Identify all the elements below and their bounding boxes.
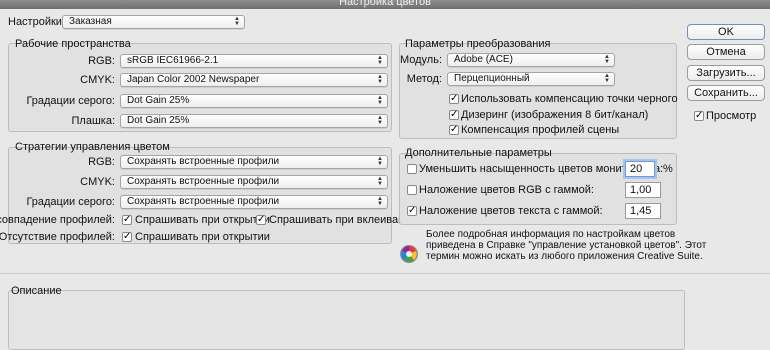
ws-rgb-label: RGB: — [88, 55, 115, 67]
ws-cmyk-select[interactable]: Japan Color 2002 Newspaper ▲ ▼ — [120, 73, 388, 87]
cp-rgb-value: Сохранять встроенные профили — [127, 156, 280, 167]
ws-spot-select[interactable]: Dot Gain 25% ▲ ▼ — [120, 114, 388, 128]
scene-compensation-label: Компенсация профилей сцены — [461, 124, 620, 136]
updown-arrows-icon: ▲ ▼ — [377, 74, 383, 85]
description-group — [8, 290, 685, 350]
updown-arrows-icon: ▲ ▼ — [377, 95, 383, 106]
advanced-title: Дополнительные параметры — [405, 147, 552, 159]
mismatch-paste-checkbox[interactable]: ✓ — [256, 215, 266, 225]
ok-button[interactable]: OK — [687, 24, 765, 40]
cp-cmyk-label: CMYK: — [80, 176, 115, 188]
updown-arrows-icon: ▲ ▼ — [604, 73, 610, 84]
method-value: Перцепционный — [454, 73, 530, 84]
updown-arrows-icon: ▲ ▼ — [604, 54, 610, 65]
blend-rgb-input[interactable]: 1,00 — [625, 182, 661, 198]
cp-gray-label: Градации серого: — [26, 196, 115, 208]
preview-checkbox[interactable]: ✓ — [694, 111, 704, 121]
ws-rgb-select[interactable]: sRGB IEC61966-2.1 ▲ ▼ — [120, 54, 388, 68]
module-select[interactable]: Adobe (ACE) ▲ ▼ — [447, 53, 615, 67]
conversion-title: Параметры преобразования — [405, 38, 551, 50]
save-button[interactable]: Сохранить... — [687, 85, 765, 101]
updown-arrows-icon: ▲ ▼ — [377, 176, 383, 187]
black-point-label: Использовать компенсацию точки черного — [461, 93, 678, 105]
module-label: Модуль: — [399, 54, 442, 66]
cp-rgb-label: RGB: — [88, 156, 115, 168]
color-policies-title: Стратегии управления цветом — [15, 141, 170, 153]
info-line-1: Более подробная информация по настройкам… — [426, 229, 676, 240]
dither-label: Дизеринг (изображения 8 бит/канал) — [461, 109, 649, 121]
separator — [0, 273, 770, 274]
load-button[interactable]: Загрузить... — [687, 65, 765, 81]
settings-label: Настройки: — [8, 16, 65, 28]
blend-rgb-label: Наложение цветов RGB с гаммой: — [419, 184, 594, 196]
blend-text-checkbox[interactable]: ✓ — [407, 206, 417, 216]
info-line-3: термин можно искать из любого приложения… — [426, 251, 703, 262]
ws-gray-label: Градации серого: — [26, 95, 115, 107]
updown-arrows-icon: ▲ ▼ — [377, 196, 383, 207]
blend-text-input[interactable]: 1,45 — [625, 203, 661, 219]
ws-cmyk-label: CMYK: — [80, 74, 115, 86]
mismatch-paste-label: Спрашивать при вклеивании — [269, 214, 417, 226]
ws-gray-value: Dot Gain 25% — [127, 95, 190, 106]
cp-gray-value: Сохранять встроенные профили — [127, 196, 280, 207]
blend-text-label: Наложение цветов текста с гаммой: — [419, 205, 603, 217]
updown-arrows-icon: ▲ ▼ — [377, 55, 383, 66]
settings-value: Заказная — [69, 16, 112, 27]
module-value: Adobe (ACE) — [454, 54, 513, 65]
updown-arrows-icon: ▲ ▼ — [377, 115, 383, 126]
window-title: Настройка цветов — [339, 0, 431, 8]
cancel-button[interactable]: Отмена — [687, 44, 765, 60]
mismatch-open-label: Спрашивать при открытии — [135, 214, 270, 226]
blend-rgb-checkbox[interactable] — [407, 185, 417, 195]
missing-label: Отсутствие профилей: — [0, 231, 115, 243]
missing-open-label: Спрашивать при открытии — [135, 231, 270, 243]
info-line-2: приведена в Справке "управление установк… — [426, 240, 707, 251]
working-spaces-title: Рабочие пространства — [15, 38, 131, 50]
description-title: Описание — [11, 285, 62, 297]
mismatch-open-checkbox[interactable]: ✓ — [122, 215, 132, 225]
desaturate-unit: % — [663, 163, 673, 175]
ws-gray-select[interactable]: Dot Gain 25% ▲ ▼ — [120, 94, 388, 108]
preview-label: Просмотр — [706, 110, 757, 122]
updown-arrows-icon: ▲ ▼ — [377, 156, 383, 167]
missing-open-checkbox[interactable]: ✓ — [122, 232, 132, 242]
settings-select[interactable]: Заказная ▲ ▼ — [62, 15, 245, 29]
mismatch-label: Несовпадение профилей: — [0, 214, 115, 226]
ws-rgb-value: sRGB IEC61966-2.1 — [127, 55, 219, 66]
black-point-checkbox[interactable]: ✓ — [449, 94, 459, 104]
ws-cmyk-value: Japan Color 2002 Newspaper — [127, 74, 260, 85]
method-select[interactable]: Перцепционный ▲ ▼ — [447, 72, 615, 86]
title-bar: Настройка цветов — [0, 0, 770, 9]
dither-checkbox[interactable]: ✓ — [449, 110, 459, 120]
scene-compensation-checkbox[interactable]: ✓ — [449, 125, 459, 135]
updown-arrows-icon: ▲ ▼ — [234, 16, 240, 27]
ws-spot-value: Dot Gain 25% — [127, 115, 190, 126]
desaturate-checkbox[interactable] — [407, 164, 417, 174]
cp-rgb-select[interactable]: Сохранять встроенные профили ▲ ▼ — [120, 155, 388, 169]
cp-cmyk-value: Сохранять встроенные профили — [127, 176, 280, 187]
ws-spot-label: Плашка: — [71, 115, 116, 127]
desaturate-input[interactable]: 20 — [625, 161, 655, 177]
cp-cmyk-select[interactable]: Сохранять встроенные профили ▲ ▼ — [120, 175, 388, 189]
method-label: Метод: — [406, 73, 442, 85]
color-wheel-icon — [399, 244, 419, 264]
cp-gray-select[interactable]: Сохранять встроенные профили ▲ ▼ — [120, 195, 388, 209]
